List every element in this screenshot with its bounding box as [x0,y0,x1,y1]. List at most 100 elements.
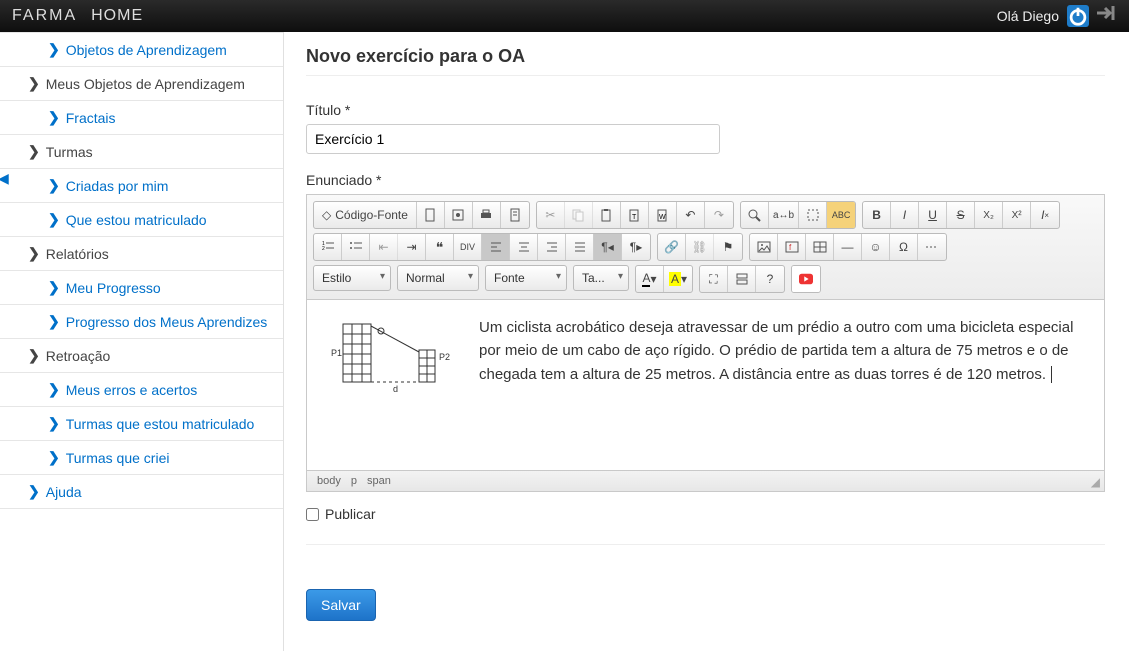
maximize-icon[interactable]: ⛶ [700,266,728,292]
path-body[interactable]: body [317,475,341,487]
select-all-icon[interactable] [799,202,827,228]
link-icon[interactable]: 🔗 [658,234,686,260]
redo-icon[interactable]: ↷ [705,202,733,228]
logout-icon[interactable] [1095,4,1117,28]
sidebar-item-2[interactable]: ❯Fractais [0,100,283,134]
smiley-icon[interactable]: ☺ [862,234,890,260]
new-page-icon[interactable] [417,202,445,228]
titulo-input[interactable] [306,124,720,154]
path-span[interactable]: span [367,475,391,487]
image-icon[interactable] [750,234,778,260]
outdent-icon[interactable]: ⇤ [370,234,398,260]
sidebar-item-label: Progresso dos Meus Aprendizes [66,314,268,330]
subscript-icon[interactable]: X₂ [975,202,1003,228]
sidebar-item-7[interactable]: ❯Meu Progresso [0,270,283,304]
align-right-icon[interactable] [538,234,566,260]
cut-icon[interactable]: ✂ [537,202,565,228]
indent-icon[interactable]: ⇥ [398,234,426,260]
copy-icon[interactable] [565,202,593,228]
flash-icon[interactable]: f [778,234,806,260]
sidebar-item-6[interactable]: ❯Relatórios [0,236,283,270]
print-icon[interactable] [473,202,501,228]
unordered-list-icon[interactable] [342,234,370,260]
salvar-button[interactable]: Salvar [306,589,376,621]
about-icon[interactable]: ? [756,266,784,292]
replace-icon[interactable]: a↔b [769,202,799,228]
user-greeting: Olá Diego [997,8,1059,24]
chevron-right-icon: ❯ [48,41,60,58]
div-icon[interactable]: DIV [454,234,482,260]
chevron-right-icon: ❯ [28,75,40,92]
rich-text-editor: ◇Código-Fonte ✂ T W ↶ ↷ [306,194,1105,492]
bg-color-icon[interactable]: A▾ [664,266,692,292]
sidebar-item-11[interactable]: ❯Turmas que estou matriculado [0,406,283,440]
superscript-icon[interactable]: X² [1003,202,1031,228]
publicar-row[interactable]: Publicar [306,506,1105,522]
sidebar-item-5[interactable]: ❯Que estou matriculado [0,202,283,236]
publicar-checkbox[interactable] [306,508,319,521]
sidebar-item-4[interactable]: ❯Criadas por mim [0,168,283,202]
chevron-right-icon: ❯ [48,177,60,194]
paste-text-icon[interactable]: T [621,202,649,228]
size-select[interactable]: Ta... [573,265,629,291]
text-direction-rtl-icon[interactable]: ¶▸ [622,234,650,260]
align-justify-icon[interactable] [566,234,594,260]
format-select[interactable]: Normal [397,265,479,291]
page-break-icon[interactable] [918,234,946,260]
editor-text-content[interactable]: Um ciclista acrobático deseja atravessar… [479,316,1086,386]
editor-path-bar: body p span ◢ [307,470,1104,491]
align-center-icon[interactable] [510,234,538,260]
text-color-icon[interactable]: A▾ [636,266,664,292]
underline-icon[interactable]: U [919,202,947,228]
chevron-right-icon: ❯ [28,483,40,500]
sidebar-item-8[interactable]: ❯Progresso dos Meus Aprendizes [0,304,283,338]
path-p[interactable]: p [351,475,357,487]
sidebar-item-0[interactable]: ❯Objetos de Aprendizagem [0,32,283,66]
svg-text:T: T [632,214,637,221]
sidebar-item-label: Meu Progresso [66,280,161,296]
strike-icon[interactable]: S [947,202,975,228]
sidebar-item-12[interactable]: ❯Turmas que criei [0,440,283,474]
editor-toolbar: ◇Código-Fonte ✂ T W ↶ ↷ [307,195,1104,300]
page-title: Novo exercício para o OA [306,46,1105,67]
font-select[interactable]: Fonte [485,265,567,291]
undo-icon[interactable]: ↶ [677,202,705,228]
power-icon[interactable] [1067,5,1089,27]
paste-icon[interactable] [593,202,621,228]
sidebar-item-9[interactable]: ❯Retroação [0,338,283,372]
resize-handle-icon[interactable]: ◢ [1091,475,1100,489]
source-button[interactable]: ◇Código-Fonte [314,202,417,228]
bold-icon[interactable]: B [863,202,891,228]
table-icon[interactable] [806,234,834,260]
ordered-list-icon[interactable]: 12 [314,234,342,260]
spellcheck-icon[interactable]: ABC [827,202,855,228]
style-select[interactable]: Estilo [313,265,391,291]
brand-label[interactable]: FARMA [12,7,77,25]
preview-icon[interactable] [445,202,473,228]
blockquote-icon[interactable]: ❝ [426,234,454,260]
unlink-icon[interactable]: ⛓ [686,234,714,260]
home-link[interactable]: HOME [91,7,143,25]
youtube-icon[interactable] [792,266,820,292]
sidebar-item-13[interactable]: ❯Ajuda [0,474,283,509]
find-icon[interactable] [741,202,769,228]
sidebar-item-3[interactable]: ❯Turmas [0,134,283,168]
sidebar-item-10[interactable]: ❯Meus erros e acertos [0,372,283,406]
italic-icon[interactable]: I [891,202,919,228]
remove-format-icon[interactable]: I× [1031,202,1059,228]
anchor-icon[interactable]: ⚑ [714,234,742,260]
top-bar: FARMA HOME Olá Diego [0,0,1129,32]
sidebar-item-label: Turmas [46,144,93,160]
align-left-icon[interactable] [482,234,510,260]
hr-icon[interactable]: — [834,234,862,260]
editor-content-area[interactable]: P1 P2 d Um ciclista acrobático deseja at… [307,300,1104,470]
sidebar-collapse-icon[interactable]: ◀ [0,170,9,187]
sidebar-item-1[interactable]: ❯Meus Objetos de Aprendizagem [0,66,283,100]
show-blocks-icon[interactable] [728,266,756,292]
text-direction-icon[interactable]: ¶◂ [594,234,622,260]
templates-icon[interactable] [501,202,529,228]
svg-text:2: 2 [322,246,325,252]
paste-word-icon[interactable]: W [649,202,677,228]
special-char-icon[interactable]: Ω [890,234,918,260]
chevron-right-icon: ❯ [48,415,60,432]
